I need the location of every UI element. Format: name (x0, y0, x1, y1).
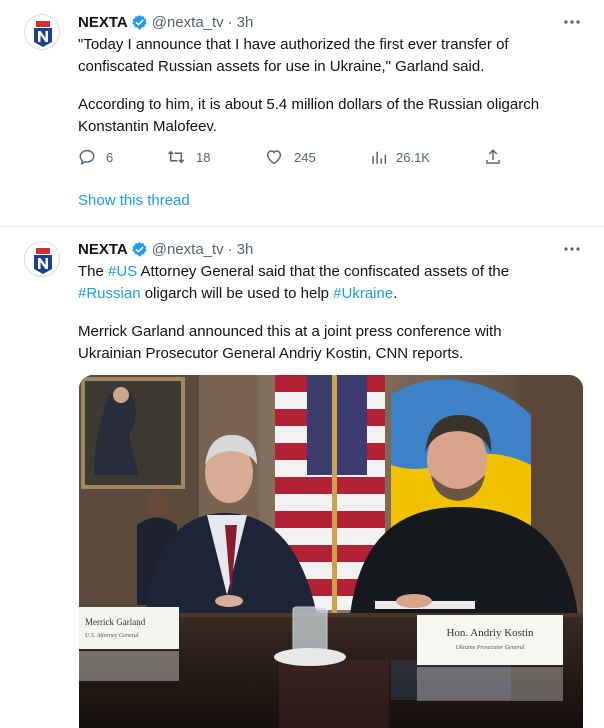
views-count: 26.1K (396, 149, 430, 165)
views-icon (372, 151, 387, 164)
action-bar: 6 18 245 26.1K (78, 146, 518, 168)
retweet-count: 18 (196, 149, 211, 165)
press-conference-photo: Merrick Garland U.S. Attorney General Ho… (79, 375, 583, 728)
text-segment: oligarch will be used to help (140, 285, 334, 302)
verified-badge-icon (131, 14, 148, 31)
reply-button[interactable]: 6 (78, 146, 113, 168)
placard-right-name: Hon. Andriy Kostin (446, 627, 534, 639)
text-segment: Attorney General said that the confiscat… (137, 263, 510, 280)
separator-dot: · (227, 240, 233, 258)
tweet-text-paragraph: According to him, it is about 5.4 millio… (78, 94, 578, 138)
author-handle[interactable]: @nexta_tv (152, 14, 224, 31)
tweet[interactable]: NEXTA @nexta_tv · 3h "Today I announce t… (0, 0, 604, 226)
hashtag-link[interactable]: #Ukraine (333, 285, 393, 302)
placard-right-title: Ukraine Prosecutor General (456, 645, 525, 651)
separator-dot: · (227, 13, 233, 31)
nexta-logo-icon (34, 248, 52, 274)
hashtag-link[interactable]: #Russian (78, 285, 141, 302)
author-name[interactable]: NEXTA (78, 241, 128, 258)
text-segment: . (393, 285, 398, 302)
show-thread-link[interactable]: Show this thread (78, 192, 190, 209)
tweet-text-line: Konstantin Malofeev. (78, 118, 217, 135)
share-button[interactable] (484, 146, 502, 168)
retweet-icon (167, 150, 185, 164)
tweet-text-line: According to him, it is about 5.4 millio… (78, 96, 540, 113)
tweet-text-line: Merrick Garland announced this at a join… (78, 323, 502, 340)
author-handle[interactable]: @nexta_tv (152, 241, 224, 258)
timestamp[interactable]: 3h (237, 241, 254, 258)
tweet-text-line: Ukrainian Prosecutor General Andriy Kost… (78, 345, 464, 362)
nexta-logo-icon (34, 21, 52, 47)
tweet-text: The #US Attorney General said that the c… (78, 261, 578, 305)
views-button[interactable]: 26.1K (370, 146, 430, 168)
avatar[interactable] (24, 241, 60, 277)
reply-icon (79, 149, 95, 166)
text-segment: The (78, 263, 109, 280)
avatar[interactable] (24, 14, 60, 50)
tweet-photo[interactable]: Merrick Garland U.S. Attorney General Ho… (79, 375, 583, 728)
tweet-header: NEXTA @nexta_tv · 3h (78, 239, 253, 259)
more-options-icon[interactable] (562, 12, 582, 32)
share-icon (486, 149, 500, 164)
retweet-button[interactable]: 18 (166, 146, 210, 168)
tweet-text-paragraph: Merrick Garland announced this at a join… (78, 321, 578, 365)
more-options-icon[interactable] (562, 239, 582, 259)
placard-left-title: U.S. Attorney General (85, 633, 139, 639)
timestamp[interactable]: 3h (237, 14, 254, 31)
tweet-text-line: "Today I announce that I have authorized… (78, 36, 509, 53)
hashtag-link[interactable]: #US (108, 263, 137, 280)
tweet-text-line: confiscated Russian assets for use in Uk… (78, 58, 485, 75)
tweet-text: "Today I announce that I have authorized… (78, 34, 578, 78)
placard-left-name: Merrick Garland (85, 617, 146, 627)
tweet[interactable]: NEXTA @nexta_tv · 3h The #US Attorney Ge… (0, 227, 604, 728)
tweet-header: NEXTA @nexta_tv · 3h (78, 12, 253, 32)
like-count: 245 (294, 149, 316, 165)
author-name[interactable]: NEXTA (78, 14, 128, 31)
like-icon (266, 150, 282, 165)
verified-badge-icon (131, 241, 148, 258)
reply-count: 6 (106, 149, 114, 165)
like-button[interactable]: 245 (264, 146, 316, 168)
